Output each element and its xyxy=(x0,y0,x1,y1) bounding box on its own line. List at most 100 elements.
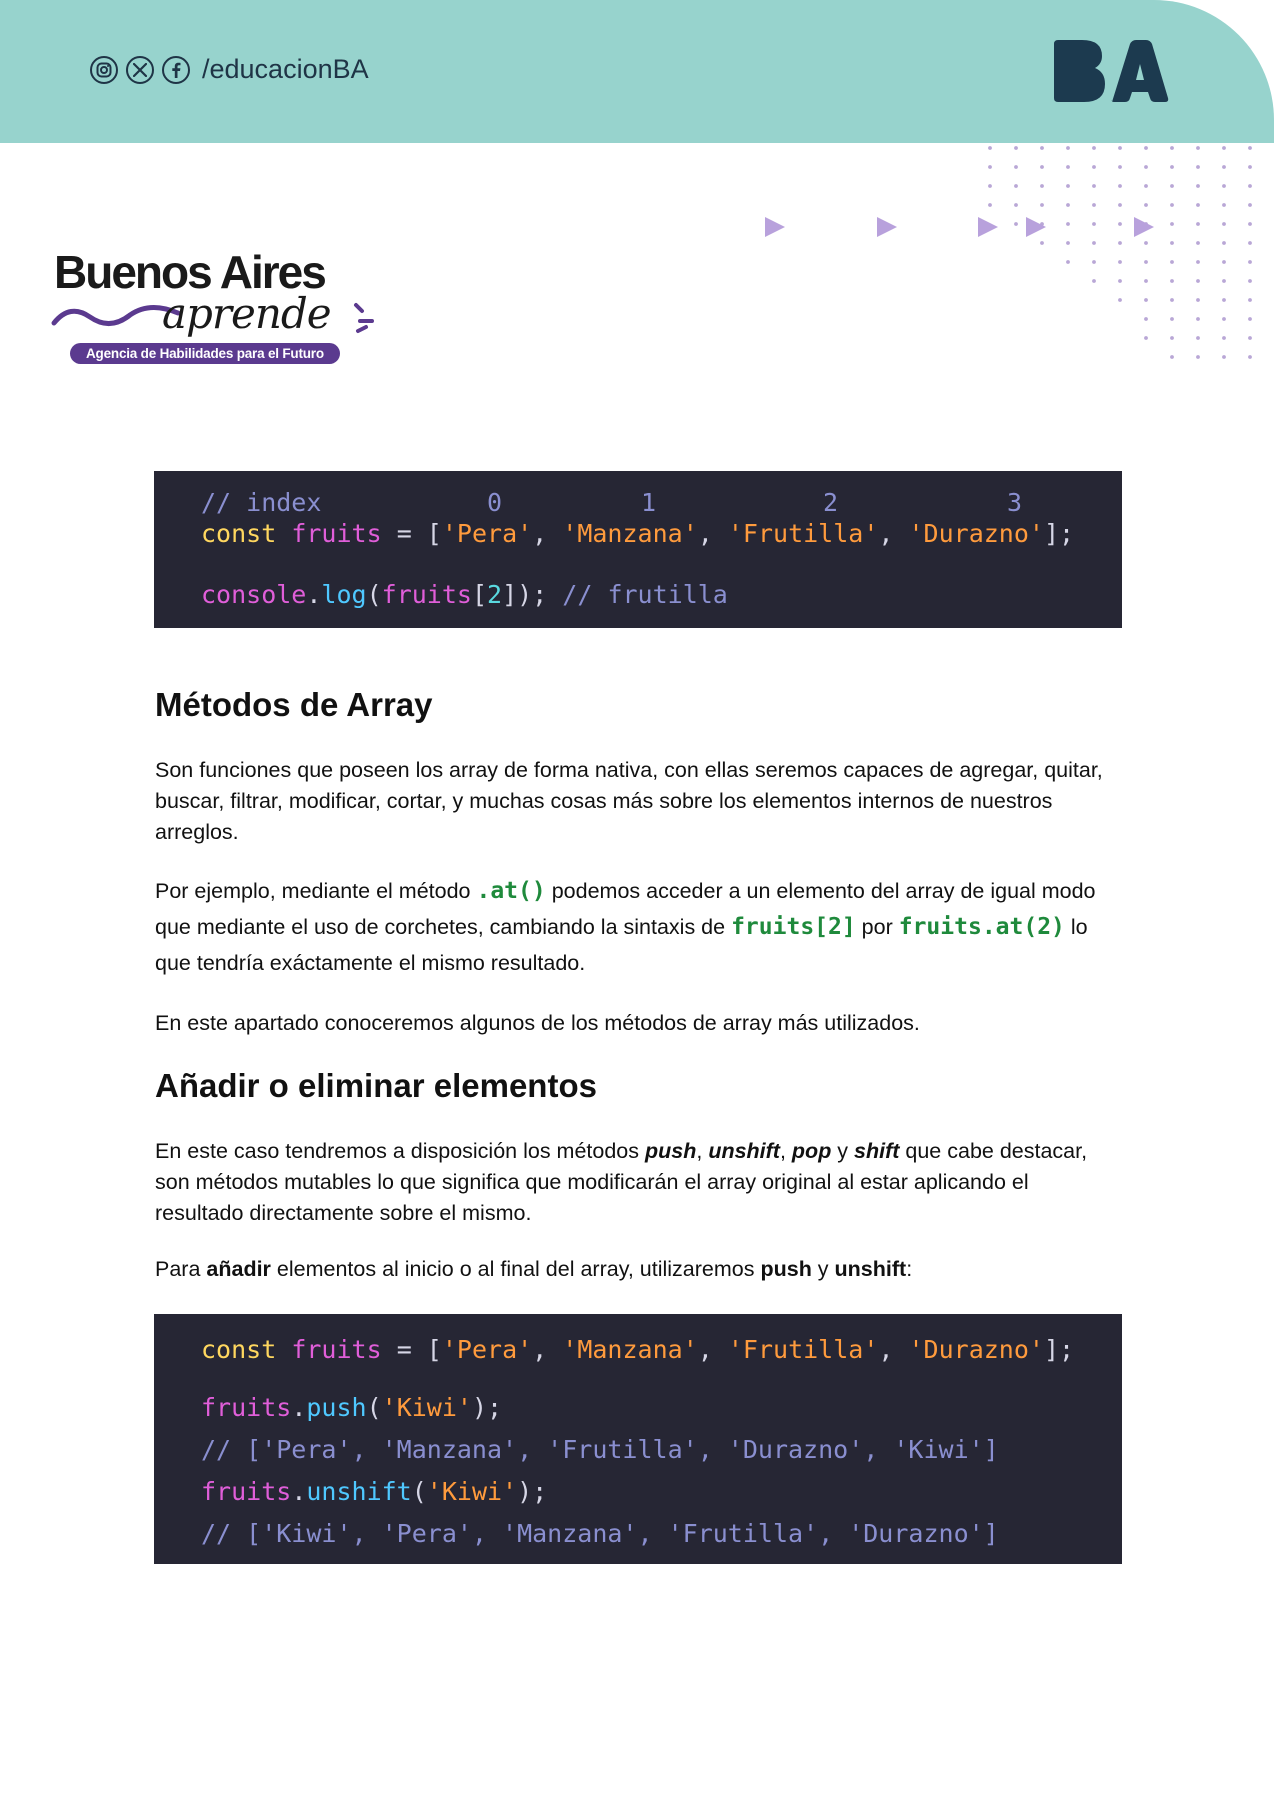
code-line-const-fruits: const fruits = ['Pera', 'Manzana', 'Frut… xyxy=(201,519,1075,548)
code-block-push-unshift: const fruits = ['Pera', 'Manzana', 'Frut… xyxy=(154,1314,1122,1564)
buenos-aires-aprende-logo: Buenos Aires aprende Agencia de Habilida… xyxy=(50,245,390,370)
heading-anadir-eliminar: Añadir o eliminar elementos xyxy=(155,1067,597,1104)
decorative-dot xyxy=(1222,336,1226,340)
decorative-dot xyxy=(1196,298,1200,302)
decorative-dot-grid xyxy=(765,146,1252,359)
decorative-dot xyxy=(1170,298,1174,302)
decorative-dot xyxy=(1248,184,1252,188)
code-line-unshift-comment: // ['Kiwi', 'Pera', 'Manzana', 'Frutilla… xyxy=(201,1519,999,1548)
decorative-dot xyxy=(1092,146,1096,150)
decorative-dot xyxy=(1222,203,1226,207)
decorative-dot xyxy=(1196,184,1200,188)
decorative-dot xyxy=(1196,279,1200,283)
spark-icon xyxy=(354,303,374,333)
heading-metodos-de-array: Métodos de Array xyxy=(155,686,433,723)
decorative-dot xyxy=(1118,279,1122,283)
ba-logo xyxy=(1054,40,1169,102)
decorative-dot xyxy=(1222,184,1226,188)
decorative-dot xyxy=(1040,203,1044,207)
decorative-dot xyxy=(1014,165,1018,169)
code-block-index-example: // index 0 1 2 3 const fruits = ['Pera', 'Ma… xyxy=(154,471,1122,628)
header-bar: /educacionBA xyxy=(0,0,1274,143)
paragraph-apartado: En este apartado conoceremos algunos de … xyxy=(155,1011,920,1035)
decorative-dot xyxy=(1144,203,1148,207)
decorative-dot xyxy=(1092,184,1096,188)
decorative-dot xyxy=(1066,165,1070,169)
decorative-dot xyxy=(1170,222,1174,226)
decorative-dot xyxy=(1222,165,1226,169)
code-line-index-comment: // index 0 1 2 3 xyxy=(201,488,1023,517)
decorative-dot xyxy=(1196,355,1200,359)
decorative-dot xyxy=(1118,241,1122,245)
decorative-dot xyxy=(1248,260,1252,264)
decorative-dot xyxy=(1066,203,1070,207)
code-line-console-log: console.log(fruits[2]); // frutilla xyxy=(201,580,728,609)
decorative-dot xyxy=(1170,146,1174,150)
decorative-dot xyxy=(1014,146,1018,150)
decorative-dot xyxy=(1118,298,1122,302)
decorative-dot xyxy=(1170,317,1174,321)
paragraph-anadir: Para añadir elementos al inicio o al fin… xyxy=(155,1257,913,1281)
decorative-dot xyxy=(1248,222,1252,226)
decorative-dot xyxy=(1196,317,1200,321)
decorative-dot xyxy=(1222,260,1226,264)
decorative-dot xyxy=(1092,241,1096,245)
decorative-dot xyxy=(1118,203,1122,207)
decorative-dot xyxy=(1118,260,1122,264)
decorative-dot xyxy=(1066,260,1070,264)
decorative-dot xyxy=(1144,146,1148,150)
decorative-dot xyxy=(1248,298,1252,302)
decorative-dot xyxy=(1222,222,1226,226)
decorative-dot xyxy=(1170,355,1174,359)
social-handle[interactable]: /educacionBA xyxy=(202,54,369,85)
decorative-dot xyxy=(988,184,992,188)
decorative-dot xyxy=(1222,241,1226,245)
decorative-dot xyxy=(1040,146,1044,150)
decorative-dot xyxy=(1248,279,1252,283)
decorative-dot xyxy=(1248,241,1252,245)
decorative-dot xyxy=(1144,165,1148,169)
decorative-dot xyxy=(988,165,992,169)
swoosh-icon xyxy=(51,305,180,326)
arrow-icons xyxy=(765,217,1154,237)
decorative-dot xyxy=(1066,241,1070,245)
decorative-dot xyxy=(1196,146,1200,150)
decorative-dot xyxy=(1170,165,1174,169)
decorative-dot xyxy=(1066,146,1070,150)
decorative-dot xyxy=(1040,241,1044,245)
paragraph-mutable-methods: En este caso tendremos a disposición los… xyxy=(155,1139,1088,1225)
x-icon[interactable] xyxy=(126,55,154,84)
decorative-dot xyxy=(1014,222,1018,226)
decorative-dot xyxy=(1040,184,1044,188)
decorative-dot xyxy=(1222,317,1226,321)
decorative-dot xyxy=(1014,203,1018,207)
decorative-dot xyxy=(1248,355,1252,359)
decorative-dot xyxy=(1222,146,1226,150)
decorative-dot xyxy=(1170,184,1174,188)
decorative-dot xyxy=(1170,203,1174,207)
decorative-dot xyxy=(1248,165,1252,169)
inline-code-fruits-at: fruits.at(2) xyxy=(898,914,1065,940)
decorative-dot xyxy=(1196,222,1200,226)
decorative-dot xyxy=(1222,298,1226,302)
decorative-dot xyxy=(1144,260,1148,264)
instagram-icon[interactable] xyxy=(90,55,118,84)
decorative-dot xyxy=(1222,355,1226,359)
decorative-dot xyxy=(1092,165,1096,169)
decorative-dot xyxy=(1196,336,1200,340)
inline-code-fruits-bracket: fruits[2] xyxy=(731,914,856,940)
facebook-icon[interactable] xyxy=(162,55,190,84)
decorative-dot xyxy=(1170,241,1174,245)
decorative-dot xyxy=(1092,203,1096,207)
decorative-dot xyxy=(1144,241,1148,245)
decorative-dot xyxy=(1144,184,1148,188)
decorative-dot xyxy=(1196,260,1200,264)
code-line-unshift: fruits.unshift('Kiwi'); xyxy=(201,1477,548,1506)
decorative-dot xyxy=(1066,222,1070,226)
paragraph-at-example: Por ejemplo, mediante el método .at() po… xyxy=(155,878,1096,975)
decorative-dot xyxy=(1144,317,1148,321)
code-line-push: fruits.push('Kiwi'); xyxy=(201,1393,503,1422)
decorative-dot xyxy=(1040,165,1044,169)
decorative-dot xyxy=(1118,222,1122,226)
decorative-dot xyxy=(1248,203,1252,207)
